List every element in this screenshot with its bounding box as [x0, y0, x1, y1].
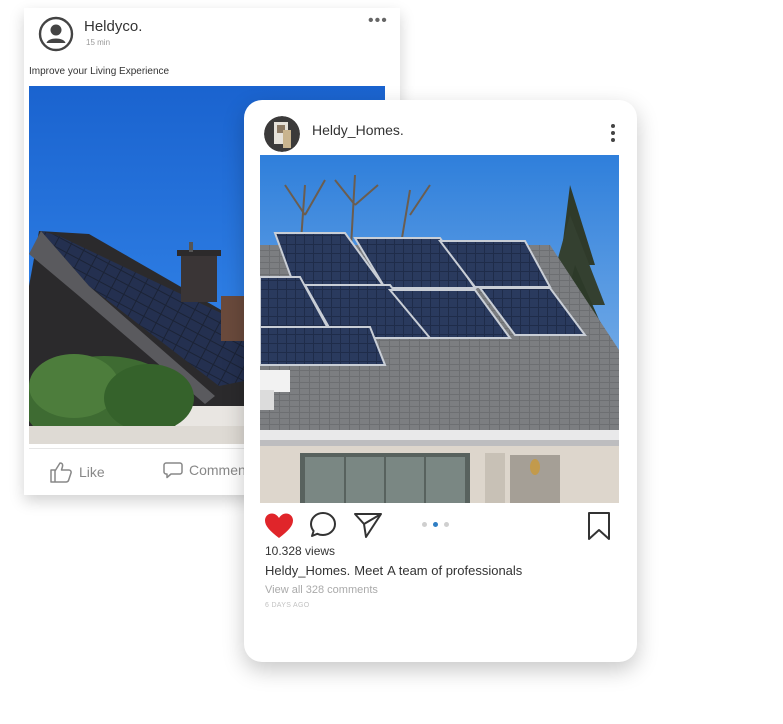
view-all-comments-link[interactable]: View all 328 comments [265, 584, 378, 596]
post-caption: Heldy_Homes. Meet A team of professionals [265, 563, 522, 578]
comment-bubble-icon [163, 462, 183, 479]
comment-button[interactable]: Comment [163, 461, 250, 479]
send-icon[interactable] [353, 511, 383, 539]
post-author-name[interactable]: Heldyco. [84, 18, 142, 35]
user-avatar-icon[interactable] [38, 16, 74, 52]
profile-avatar[interactable] [264, 116, 300, 152]
more-vertical-icon[interactable] [606, 122, 620, 144]
post-date: 6 DAYS AGO [265, 602, 310, 609]
instagram-post-card: Heldy_Homes. 10.328 views Heldy_Homes. M… [244, 100, 637, 662]
caption-meet: Meet [354, 563, 384, 578]
post-actions-bar [260, 508, 619, 542]
carousel-dot[interactable] [444, 522, 449, 527]
post-username[interactable]: Heldy_Homes. [312, 122, 404, 138]
caption-text: A team of professionals [387, 563, 523, 578]
carousel-dot-active[interactable] [433, 522, 438, 527]
view-count: 10.328 views [265, 544, 336, 558]
carousel-dot[interactable] [422, 522, 427, 527]
more-horizontal-icon[interactable]: ••• [368, 12, 388, 30]
like-button[interactable]: Like [49, 461, 105, 483]
post-photo[interactable] [260, 155, 619, 503]
comment-icon[interactable] [309, 511, 337, 539]
post-caption: Improve your Living Experience [29, 66, 170, 77]
heart-icon[interactable] [264, 512, 294, 540]
caption-username[interactable]: Heldy_Homes. [265, 563, 350, 578]
carousel-indicator[interactable] [422, 522, 449, 527]
like-label: Like [79, 464, 105, 480]
post-timestamp: 15 min [86, 38, 111, 47]
bookmark-icon[interactable] [586, 511, 612, 541]
thumbs-up-icon [50, 462, 72, 483]
comment-label: Comment [189, 462, 250, 478]
